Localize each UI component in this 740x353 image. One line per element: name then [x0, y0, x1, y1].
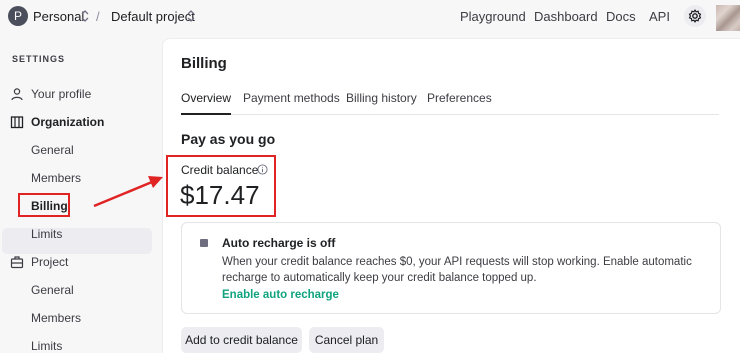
- annotation-arrow: [93, 176, 163, 208]
